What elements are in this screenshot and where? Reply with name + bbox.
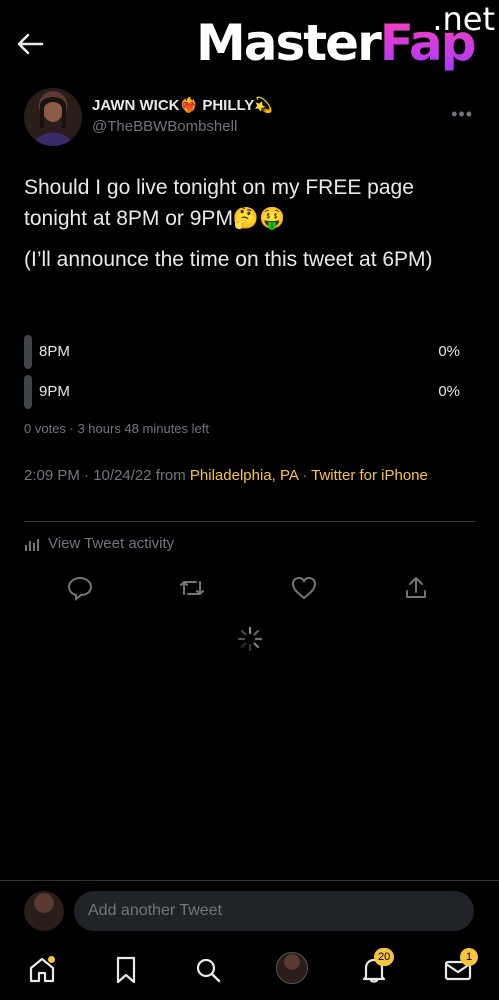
poll-option-label: 8PM [39,343,70,360]
reply-icon[interactable] [66,574,94,602]
bookmark-icon[interactable] [110,954,142,986]
location-link[interactable]: Philadelphia, PA [190,467,298,484]
poll: 8PM 0% 9PM 0% [24,333,464,413]
messages-badge: 1 [460,948,478,966]
top-bar: MasterFap .net [0,0,499,88]
retweet-icon[interactable] [178,574,206,602]
poll-option: 8PM 0% [24,333,464,371]
separator: · [302,467,308,484]
poll-bar [24,335,32,369]
poll-meta: 0 votes · 3 hours 48 minutes left [24,421,209,436]
tweet-activity-link[interactable]: View Tweet activity [24,535,174,552]
notifications-icon[interactable]: 20 [358,948,395,986]
author-avatar[interactable] [24,88,82,146]
tweet-activity-label: View Tweet activity [48,535,175,552]
search-icon[interactable] [192,954,224,986]
poll-option-percent: 0% [438,383,460,400]
tweet-text: Should I go live tonight on my FREE page… [24,172,479,275]
home-icon[interactable] [26,954,58,986]
reply-input[interactable] [74,891,474,931]
tweet-text-line: (I’ll announce the time on this tweet at… [24,248,433,271]
notifications-badge: 20 [374,948,395,966]
more-options-icon[interactable]: ••• [451,104,473,125]
author-handle[interactable]: @TheBBWBombshell [92,118,237,135]
arrow-left-icon[interactable] [14,30,46,58]
tweet-text-line: Should I go live tonight on my FREE page… [24,176,414,230]
poll-bar [24,375,32,409]
watermark-logo: MasterFap .net [196,0,495,72]
tweet-actions [66,574,436,602]
tweet-time: 2:09 PM · 10/24/22 from [24,467,186,484]
poll-option-percent: 0% [438,343,460,360]
tweet-timestamp: 2:09 PM · 10/24/22 from Philadelphia, PA… [24,465,464,487]
analytics-icon [25,538,39,551]
profile-icon[interactable] [276,952,308,984]
home-dot [48,956,55,963]
user-avatar [24,891,64,931]
loading-spinner-icon [237,626,263,652]
reply-composer [0,880,499,942]
divider [24,521,475,522]
poll-option-label: 9PM [39,383,70,400]
poll-option: 9PM 0% [24,373,464,411]
like-icon[interactable] [290,574,318,602]
messages-icon[interactable]: 1 [442,948,478,986]
tweet-author-row: JAWN WICK❤️‍🔥 PHILLY💫 @TheBBWBombshell •… [0,84,499,148]
share-icon[interactable] [402,574,430,602]
bottom-nav: 20 1 [0,942,499,1000]
author-name[interactable]: JAWN WICK❤️‍🔥 PHILLY💫 [92,96,273,114]
client-link[interactable]: Twitter for iPhone [311,467,428,484]
